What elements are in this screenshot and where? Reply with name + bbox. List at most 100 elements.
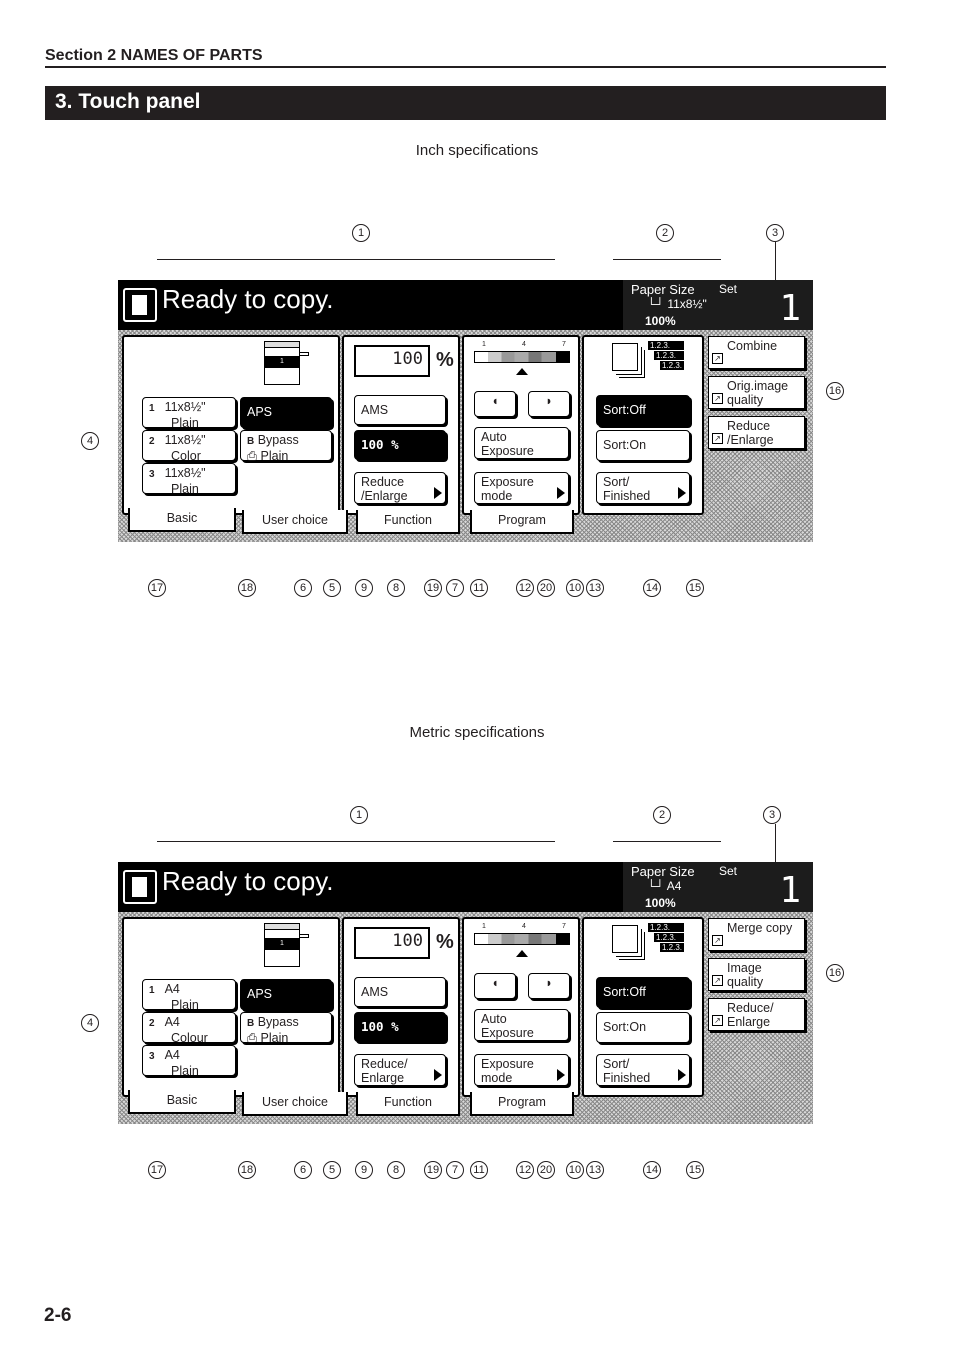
tab-user-choice[interactable]: User choice <box>242 1092 348 1116</box>
darker-icon: ◗ <box>545 976 553 990</box>
reduce-enlarge-button[interactable]: Reduce/ Enlarge <box>354 1054 446 1086</box>
auto-exposure-button[interactable]: Auto Exposure <box>474 1009 569 1041</box>
ams-button[interactable]: AMS <box>354 977 446 1007</box>
metric-diagram: Metric specifications 1 2 3 4 16 Ready t… <box>0 724 954 1179</box>
tray-number: 1 <box>149 985 155 996</box>
shortcut-button-2[interactable]: Image quality ↗ <box>708 958 805 991</box>
aps-button[interactable]: APS <box>240 979 332 1010</box>
darker-button[interactable]: ◗ <box>528 391 570 417</box>
callout-10: 10 <box>566 579 584 597</box>
shortcut-button-1[interactable]: Combine ↗ <box>708 336 805 369</box>
callout-1-bracket <box>157 259 555 260</box>
exposure-mode-label: Exposure mode <box>481 475 534 503</box>
spec-label: Inch specifications <box>415 142 539 159</box>
bypass-label: Bypass <box>257 1015 299 1029</box>
paper-size-value: └┘ A4 <box>647 879 682 893</box>
tab-user-choice[interactable]: User choice <box>242 510 348 534</box>
aps-button[interactable]: APS <box>240 397 332 428</box>
arrow-right-icon <box>434 487 442 499</box>
reduce-enlarge-label: Reduce/ Enlarge <box>361 1057 408 1085</box>
section-rule <box>45 66 886 68</box>
reduce-enlarge-button[interactable]: Reduce /Enlarge <box>354 472 446 504</box>
callout-7: 7 <box>446 1161 464 1179</box>
bypass-type: Plain <box>260 449 289 463</box>
auto-exposure-button[interactable]: Auto Exposure <box>474 427 569 459</box>
exposure-mode-button[interactable]: Exposure mode <box>474 1054 569 1086</box>
ams-button[interactable]: AMS <box>354 395 446 425</box>
paper-tray-1-button[interactable]: 1 A4 Plain <box>142 979 236 1012</box>
callout-5: 5 <box>323 1161 341 1179</box>
tray-number: 3 <box>149 469 155 480</box>
jump-icon: ↗ <box>712 975 723 986</box>
exposure-mode-button[interactable]: Exposure mode <box>474 472 569 504</box>
paper-tray-2-button[interactable]: 2 11x8½" Color <box>142 430 236 463</box>
callout-9: 9 <box>355 579 373 597</box>
percent-symbol: % <box>436 931 454 953</box>
lighter-button[interactable]: ◖ <box>474 391 516 417</box>
callout-15: 15 <box>686 1161 704 1179</box>
darker-icon: ◗ <box>545 394 553 408</box>
shortcut-label: Orig.image quality <box>727 379 789 407</box>
callout-5: 5 <box>323 579 341 597</box>
bypass-letter: B <box>247 1018 255 1029</box>
sort-finished-button[interactable]: Sort/ Finished <box>596 472 690 504</box>
sort-finished-label: Sort/ Finished <box>603 1057 651 1085</box>
callout-6: 6 <box>294 1161 312 1179</box>
copy-info-display: Paper Size Set └┘ A4 100% 1 <box>623 862 813 912</box>
callout-4: 4 <box>81 432 99 450</box>
shortcut-button-3[interactable]: Reduce/ Enlarge ↗ <box>708 998 805 1031</box>
shortcut-button-3[interactable]: Reduce /Enlarge ↗ <box>708 416 805 449</box>
set-label: Set <box>719 282 738 296</box>
shortcut-label: Reduce/ Enlarge <box>727 1001 774 1029</box>
bypass-letter: B <box>247 436 255 447</box>
callout-20: 20 <box>537 1161 555 1179</box>
shortcut-label: Combine <box>727 339 778 353</box>
sort-on-button[interactable]: Sort:On <box>596 430 690 461</box>
sort-off-button[interactable]: Sort:Off <box>596 977 690 1008</box>
bypass-button[interactable]: B Bypass ⎙ Plain <box>240 430 332 463</box>
copier-icon: 1 <box>264 341 309 385</box>
tab-basic[interactable]: Basic <box>128 1090 236 1114</box>
bypass-button[interactable]: B Bypass ⎙ Plain <box>240 1012 332 1045</box>
callout-2: 2 <box>653 806 671 824</box>
zoom-100-button[interactable]: 100 % <box>354 1012 446 1042</box>
copy-count: 1 <box>779 288 801 329</box>
callout-17: 17 <box>148 1161 166 1179</box>
shortcut-button-1[interactable]: Merge copy ↗ <box>708 918 805 951</box>
paper-tray-3-button[interactable]: 3 11x8½" Plain <box>142 463 236 496</box>
sort-icon <box>612 343 638 371</box>
sort-off-button[interactable]: Sort:Off <box>596 395 690 426</box>
reduce-enlarge-label: Reduce /Enlarge <box>361 475 408 503</box>
copy-count: 1 <box>779 870 801 911</box>
inch-diagram: Inch specifications 1 2 3 4 16 Ready to … <box>0 142 954 597</box>
sort-panel: 1.2.3. 1.2.3. 1.2.3. Sort:Off Sort:On Sort… <box>582 335 704 515</box>
tab-program[interactable]: Program <box>470 510 574 534</box>
tray-number: 2 <box>149 436 155 447</box>
zoom-100-button[interactable]: 100 % <box>354 430 446 460</box>
exposure-scale <box>474 351 570 363</box>
callout-7: 7 <box>446 579 464 597</box>
paper-tray-1-button[interactable]: 1 11x8½" Plain <box>142 397 236 430</box>
shortcut-label: Reduce /Enlarge <box>727 419 774 447</box>
sort-tags: 1.2.3. 1.2.3. 1.2.3. <box>648 341 685 370</box>
tray-number: 1 <box>149 403 155 414</box>
tray-size: 11x8½" <box>164 400 206 414</box>
touch-panel-screen: Ready to copy. Paper Size Set └┘ 11x8½" … <box>118 280 813 542</box>
exposure-panel: 147 ◖ ◗ Auto Exposure Exposure mode <box>462 335 580 515</box>
tab-function[interactable]: Function <box>356 510 460 534</box>
sort-finished-button[interactable]: Sort/ Finished <box>596 1054 690 1086</box>
shortcut-button-2[interactable]: Orig.image quality ↗ <box>708 376 805 409</box>
tab-function[interactable]: Function <box>356 1092 460 1116</box>
tab-basic[interactable]: Basic <box>128 508 236 532</box>
paper-tray-3-button[interactable]: 3 A4 Plain <box>142 1045 236 1078</box>
lighter-button[interactable]: ◖ <box>474 973 516 999</box>
callout-3: 3 <box>763 806 781 824</box>
callout-18: 18 <box>238 579 256 597</box>
sort-on-button[interactable]: Sort:On <box>596 1012 690 1043</box>
tray-type: Plain <box>171 416 199 430</box>
darker-button[interactable]: ◗ <box>528 973 570 999</box>
callout-13: 13 <box>586 1161 604 1179</box>
tab-program[interactable]: Program <box>470 1092 574 1116</box>
callout-14: 14 <box>643 579 661 597</box>
paper-tray-2-button[interactable]: 2 A4 Colour <box>142 1012 236 1045</box>
